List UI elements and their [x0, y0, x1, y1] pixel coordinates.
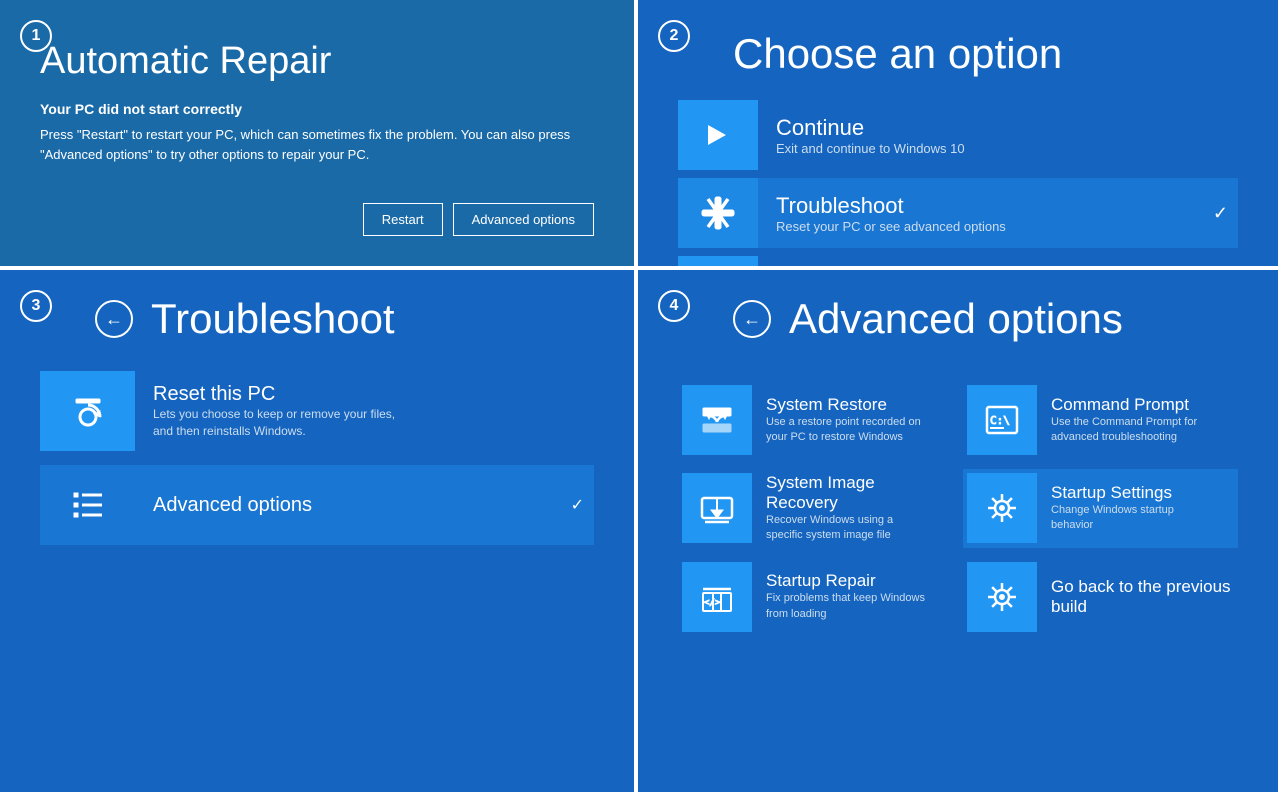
option-turn-off[interactable]: Turn off your PC — [678, 256, 1238, 270]
system-image-recovery-title: System Image Recovery — [766, 473, 949, 513]
cursor-3: ✓ — [571, 495, 584, 515]
startup-settings-icon-box — [967, 473, 1037, 543]
tools-icon — [700, 195, 736, 231]
system-restore-item[interactable]: System Restore Use a restore point recor… — [678, 381, 953, 459]
panel-troubleshoot: 3 ← Troubleshoot Reset this PC Lets you … — [0, 270, 638, 792]
go-back-item[interactable]: Go back to the previous build — [963, 558, 1238, 636]
build-icon — [984, 579, 1020, 615]
continue-text: Continue Exit and continue to Windows 10 — [776, 115, 965, 156]
reset-icon — [66, 389, 110, 433]
go-back-text: Go back to the previous build — [1051, 577, 1234, 617]
panel3-title: Troubleshoot — [151, 295, 395, 343]
advanced-options-button-1[interactable]: Advanced options — [453, 203, 594, 236]
startup-repair-item[interactable]: </> Startup Repair Fix problems that kee… — [678, 558, 953, 636]
cmd-icon-box: C:\ — [967, 385, 1037, 455]
troubleshoot-desc: Reset your PC or see advanced options — [776, 219, 1006, 234]
troubleshoot-icon-box — [678, 178, 758, 248]
panel1-subtitle: Your PC did not start correctly — [40, 101, 594, 117]
continue-title: Continue — [776, 115, 965, 141]
image-recovery-icon — [699, 490, 735, 526]
panel2-title: Choose an option — [733, 30, 1238, 78]
advanced-options-title-3: Advanced options — [153, 494, 312, 517]
panel-automatic-repair: 1 Automatic Repair Your PC did not start… — [0, 0, 638, 270]
step-badge-1: 1 — [20, 20, 52, 52]
panel1-description: Press "Restart" to restart your PC, whic… — [40, 125, 594, 164]
step-badge-3: 3 — [20, 290, 52, 322]
reset-pc-item[interactable]: Reset this PC Lets you choose to keep or… — [40, 371, 594, 451]
back-button-3[interactable]: ← — [95, 300, 133, 338]
system-image-recovery-desc: Recover Windows using a specific system … — [766, 513, 926, 544]
go-back-title: Go back to the previous build — [1051, 577, 1234, 617]
command-prompt-desc: Use the Command Prompt for advanced trou… — [1051, 415, 1211, 446]
startup-settings-icon — [984, 490, 1020, 526]
system-restore-desc: Use a restore point recorded on your PC … — [766, 415, 926, 446]
step-badge-2: 2 — [658, 20, 690, 52]
command-prompt-text: Command Prompt Use the Command Prompt fo… — [1051, 395, 1211, 446]
startup-settings-desc: Change Windows startup behavior — [1051, 503, 1211, 534]
option-troubleshoot[interactable]: Troubleshoot Reset your PC or see advanc… — [678, 178, 1238, 248]
restart-button[interactable]: Restart — [363, 203, 443, 236]
cursor-indicator: ✓ — [1213, 203, 1228, 224]
system-restore-text: System Restore Use a restore point recor… — [766, 395, 926, 446]
repair-icon: </> — [699, 579, 735, 615]
reset-icon-box — [40, 371, 135, 451]
step-badge-4: 4 — [658, 290, 690, 322]
startup-settings-item[interactable]: Startup Settings Change Windows startup … — [963, 469, 1238, 548]
restore-icon — [699, 402, 735, 438]
image-recovery-icon-box — [682, 473, 752, 543]
system-image-recovery-text: System Image Recovery Recover Windows us… — [766, 473, 949, 544]
troubleshoot-title: Troubleshoot — [776, 193, 1006, 219]
reset-pc-text: Reset this PC Lets you choose to keep or… — [153, 383, 413, 440]
command-prompt-title: Command Prompt — [1051, 395, 1211, 415]
advanced-options-grid: System Restore Use a restore point recor… — [678, 381, 1238, 636]
panel1-buttons: Restart Advanced options — [40, 203, 594, 236]
advanced-options-text-3: Advanced options — [153, 494, 312, 517]
reset-pc-title: Reset this PC — [153, 383, 413, 406]
troubleshoot-text: Troubleshoot Reset your PC or see advanc… — [776, 193, 1006, 234]
cmd-icon: C:\ — [984, 402, 1020, 438]
panel-advanced-options: 4 ← Advanced options System Restore Use … — [638, 270, 1278, 792]
svg-text:C:\: C:\ — [990, 414, 1010, 427]
option-continue[interactable]: Continue Exit and continue to Windows 10 — [678, 100, 1238, 170]
svg-text:</>: </> — [704, 598, 721, 608]
panel4-title: Advanced options — [789, 295, 1123, 343]
startup-repair-text: Startup Repair Fix problems that keep Wi… — [766, 571, 926, 622]
system-image-recovery-item[interactable]: System Image Recovery Recover Windows us… — [678, 469, 953, 548]
system-restore-title: System Restore — [766, 395, 926, 415]
continue-desc: Exit and continue to Windows 10 — [776, 141, 965, 156]
repair-icon-box: </> — [682, 562, 752, 632]
checklist-icon-box — [40, 465, 135, 545]
startup-repair-title: Startup Repair — [766, 571, 926, 591]
build-icon-box — [967, 562, 1037, 632]
advanced-options-item[interactable]: Advanced options ✓ — [40, 465, 594, 545]
continue-icon-box — [678, 100, 758, 170]
back-button-4[interactable]: ← — [733, 300, 771, 338]
startup-repair-desc: Fix problems that keep Windows from load… — [766, 591, 926, 622]
power-icon-box — [678, 256, 758, 270]
startup-settings-text: Startup Settings Change Windows startup … — [1051, 483, 1211, 534]
restore-icon-box — [682, 385, 752, 455]
command-prompt-item[interactable]: C:\ Command Prompt Use the Command Promp… — [963, 381, 1238, 459]
reset-pc-desc: Lets you choose to keep or remove your f… — [153, 406, 413, 440]
checklist-icon — [66, 483, 110, 527]
panel-choose-option: 2 Choose an option Continue Exit and con… — [638, 0, 1278, 270]
arrow-right-icon — [700, 117, 736, 153]
startup-settings-title: Startup Settings — [1051, 483, 1211, 503]
panel1-title: Automatic Repair — [40, 40, 594, 83]
